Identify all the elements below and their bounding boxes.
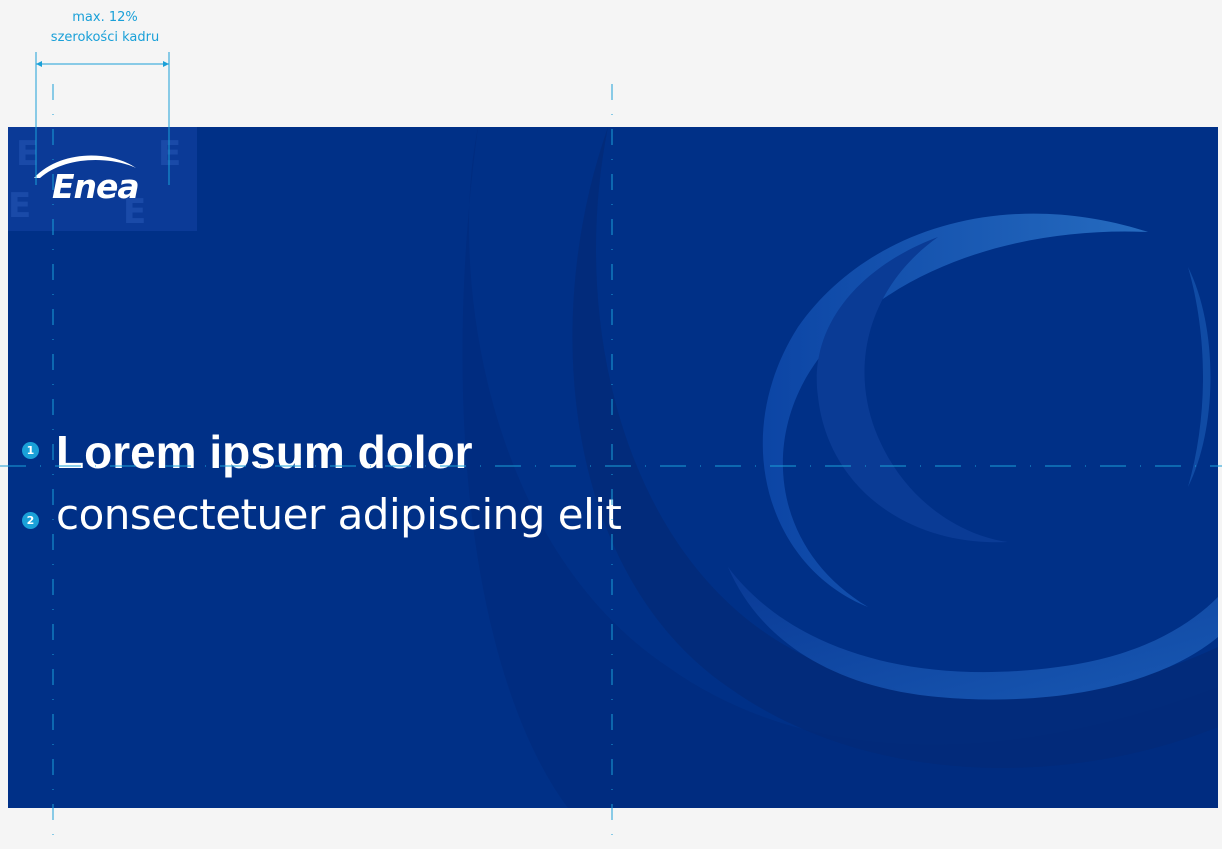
annotation-line-2: szerokości kadru <box>50 30 160 45</box>
annotation-line-1: max. 12% <box>72 10 138 25</box>
watermark-letter: E <box>8 186 32 226</box>
headline-text: Lorem ipsum dolor <box>56 426 473 478</box>
subline-badge: 2 <box>22 512 39 529</box>
arrow-right-icon <box>163 61 169 67</box>
arrow-left-icon <box>36 61 42 67</box>
headline-badge: 1 <box>22 442 39 459</box>
subline-text: consectetuer adipiscing elit <box>56 490 622 539</box>
width-annotation: max. 12% szerokości kadru <box>20 8 190 48</box>
enea-logo: Enea <box>52 167 140 206</box>
watermark-letter: E <box>158 134 182 174</box>
